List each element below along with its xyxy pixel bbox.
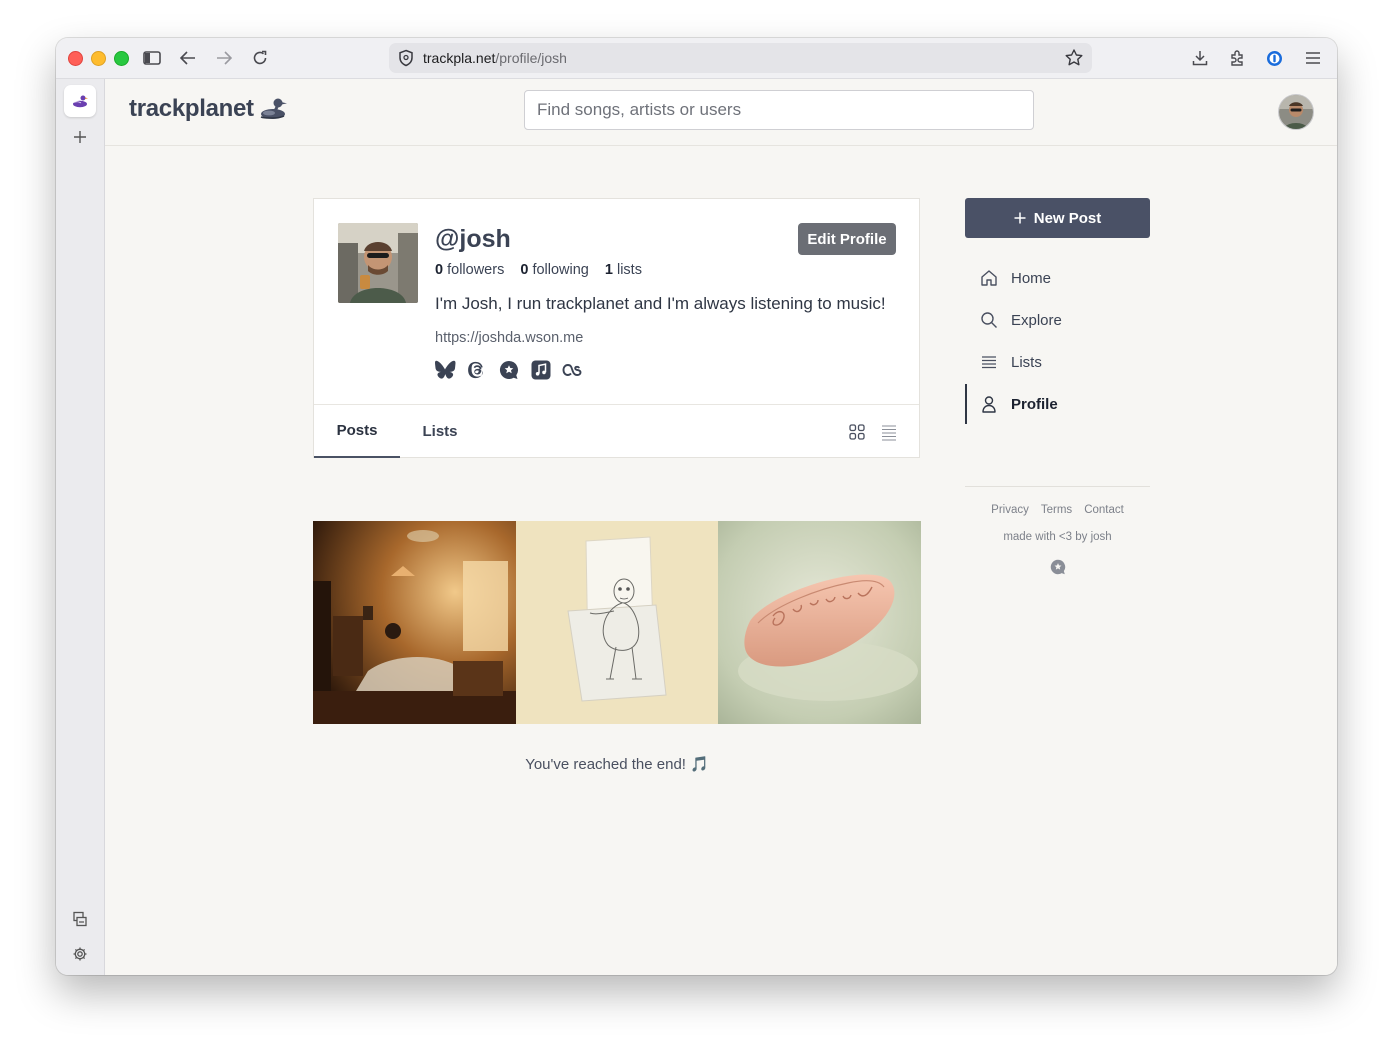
address-bar[interactable]: trackpla.net/profile/josh: [389, 43, 1092, 73]
reload-icon[interactable]: [250, 48, 270, 68]
home-icon: [979, 268, 999, 288]
vertical-tabs-sidebar: [56, 79, 105, 975]
zoom-window-button[interactable]: [114, 51, 129, 66]
threads-icon[interactable]: [465, 358, 489, 382]
profile-card: @josh Edit Profile 0 followers 0 followi…: [313, 198, 920, 458]
nav-divider: [965, 486, 1150, 487]
new-post-label: New Post: [1033, 209, 1102, 227]
close-window-button[interactable]: [68, 51, 83, 66]
minimize-window-button[interactable]: [91, 51, 106, 66]
tab-lists[interactable]: Lists: [400, 405, 480, 458]
terms-link[interactable]: Terms: [1041, 504, 1072, 516]
nav-home-label: Home: [1011, 269, 1052, 287]
profile-stats: 0 followers 0 following 1 lists: [435, 262, 642, 278]
menu-icon[interactable]: [1303, 48, 1323, 68]
settings-gear-icon[interactable]: [70, 944, 90, 964]
nav-home[interactable]: Home: [965, 258, 1150, 298]
list-view-icon[interactable]: [880, 423, 898, 441]
logo-text: trackplanet: [129, 95, 254, 122]
page-content: trackplanet Find songs, artists or users…: [105, 79, 1337, 975]
bookmark-star-icon[interactable]: [1064, 48, 1084, 68]
search-input[interactable]: [524, 90, 1034, 130]
post-tile[interactable]: [515, 521, 719, 724]
social-links: [433, 358, 585, 382]
tab-trackplanet[interactable]: [64, 85, 96, 117]
user-icon: [979, 394, 999, 414]
search-icon: [979, 310, 999, 330]
posts-grid: [313, 521, 922, 724]
letterboxd-star-icon[interactable]: [497, 358, 521, 382]
plus-icon: [1014, 212, 1026, 224]
nav-profile[interactable]: Profile: [965, 384, 1150, 424]
new-tab-plus-icon[interactable]: [70, 127, 90, 147]
extensions-icon[interactable]: [1227, 48, 1247, 68]
grid-view-icon[interactable]: [848, 423, 866, 441]
downloads-icon[interactable]: [1190, 48, 1210, 68]
letterboxd-footer-icon[interactable]: [1050, 559, 1066, 575]
following-label: following: [532, 262, 589, 278]
duck-favicon-icon: [72, 95, 88, 108]
header-user-avatar[interactable]: [1278, 94, 1314, 130]
following-count: 0: [520, 262, 529, 278]
lists-label: lists: [616, 262, 642, 278]
site-logo[interactable]: trackplanet: [129, 95, 288, 123]
browser-toolbar: trackpla.net/profile/josh: [56, 38, 1337, 79]
followers-count: 0: [435, 262, 444, 278]
site-header: trackplanet: [105, 79, 1337, 146]
history-sync-icon[interactable]: [70, 909, 90, 929]
nav-explore-label: Explore: [1011, 311, 1062, 329]
profile-handle: @josh: [435, 225, 511, 253]
tab-posts[interactable]: Posts: [314, 405, 400, 458]
privacy-link[interactable]: Privacy: [991, 504, 1029, 516]
lists-stat[interactable]: 1 lists: [605, 262, 642, 278]
post-tile[interactable]: [718, 521, 922, 724]
profile-bio: I'm Josh, I run trackplanet and I'm alwa…: [435, 294, 886, 313]
post-tile[interactable]: [313, 521, 516, 724]
duck-logo-icon: [260, 98, 287, 119]
followers-stat[interactable]: 0 followers: [435, 262, 504, 278]
profile-website-link[interactable]: https://joshda.wson.me: [435, 330, 583, 346]
password-manager-icon[interactable]: [1264, 48, 1284, 68]
lists-count: 1: [604, 262, 613, 278]
made-with-text: made with <3 by josh: [1003, 531, 1112, 543]
url-text: trackpla.net/profile/josh: [423, 50, 567, 66]
edit-profile-button[interactable]: Edit Profile: [798, 223, 896, 255]
list-icon: [979, 352, 999, 372]
contact-link[interactable]: Contact: [1084, 504, 1124, 516]
post-cover-bedroom: [313, 521, 516, 724]
profile-avatar: [338, 223, 418, 303]
new-post-button[interactable]: New Post: [965, 198, 1150, 238]
back-arrow-icon[interactable]: [178, 48, 198, 68]
apple-music-icon[interactable]: [529, 358, 553, 382]
nav-lists[interactable]: Lists: [965, 342, 1150, 382]
lastfm-icon[interactable]: [561, 358, 585, 382]
followers-label: followers: [447, 262, 505, 278]
bluesky-icon[interactable]: [433, 358, 457, 382]
nav-explore[interactable]: Explore: [965, 300, 1150, 340]
forward-arrow-icon[interactable]: [214, 48, 234, 68]
end-of-feed-text: You've reached the end! 🎵: [525, 756, 709, 773]
footer-links: Privacy Terms Contact: [965, 504, 1150, 516]
nav-lists-label: Lists: [1011, 353, 1042, 371]
following-stat[interactable]: 0 following: [520, 262, 589, 278]
browser-window: trackpla.net/profile/josh trackplanet Fi…: [56, 38, 1337, 975]
sidebar-toggle-icon[interactable]: [142, 48, 162, 68]
post-cover-soap: [718, 521, 922, 724]
shield-icon[interactable]: [397, 49, 415, 67]
post-cover-drawing: [515, 521, 719, 724]
nav-profile-label: Profile: [1011, 395, 1058, 413]
